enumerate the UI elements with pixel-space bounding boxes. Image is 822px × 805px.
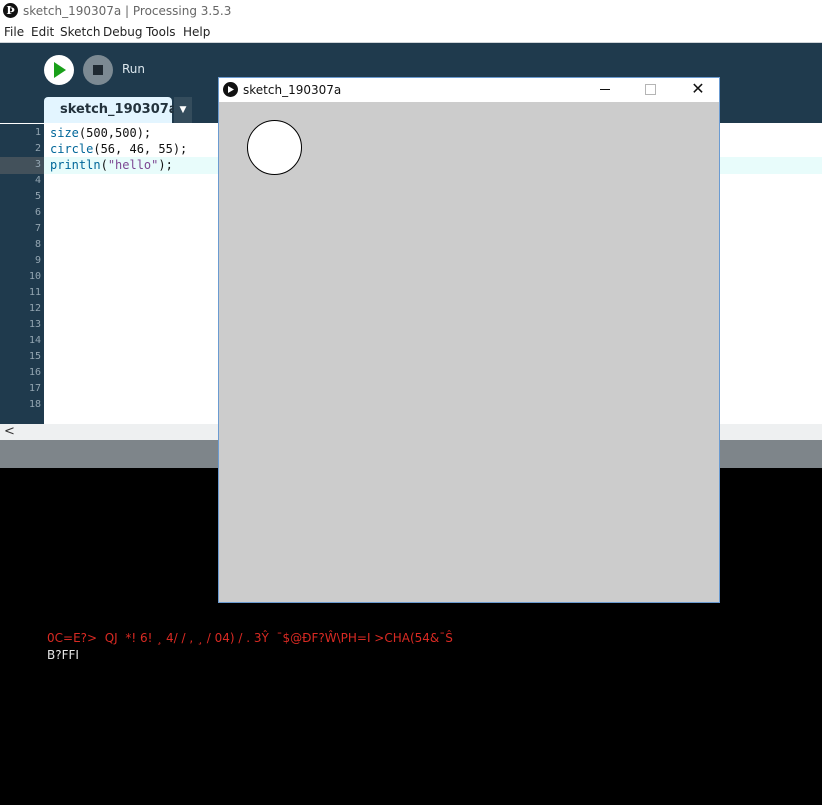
drawn-circle	[247, 120, 302, 175]
code-line-3[interactable]: println("hello");	[50, 158, 173, 172]
maximize-icon[interactable]	[645, 84, 656, 95]
code-function: println	[50, 158, 101, 172]
sketch-window[interactable]: sketch_190307a ✕	[218, 77, 720, 603]
line-number: 4	[34, 175, 41, 186]
tab-sketch[interactable]: sketch_190307a	[44, 97, 178, 123]
play-icon	[54, 62, 66, 78]
console-output-text: B?FFI	[47, 648, 79, 662]
line-number: 10	[28, 271, 41, 282]
line-number: 15	[28, 351, 41, 362]
line-number: 11	[28, 287, 41, 298]
menu-debug[interactable]: Debug	[103, 25, 142, 39]
sketch-canvas[interactable]	[219, 102, 719, 602]
line-number: 7	[34, 223, 41, 234]
menu-help[interactable]: Help	[183, 25, 210, 39]
sketch-titlebar[interactable]: sketch_190307a ✕	[219, 78, 719, 102]
menu-edit[interactable]: Edit	[31, 25, 54, 39]
stop-icon	[93, 65, 103, 75]
line-number: 6	[34, 207, 41, 218]
code-paren: );	[158, 158, 173, 172]
code-line-1[interactable]: size(500,500);	[50, 126, 151, 140]
line-number: 14	[28, 335, 41, 346]
line-number: 5	[34, 191, 41, 202]
app-titlebar: Þ sketch_190307a | Processing 3.5.3	[0, 0, 822, 24]
scroll-left-icon[interactable]: <	[4, 424, 15, 439]
code-line-2[interactable]: circle(56, 46, 55);	[50, 142, 187, 156]
menu-sketch[interactable]: Sketch	[60, 25, 100, 39]
line-number: 9	[34, 255, 41, 266]
play-icon	[228, 86, 234, 93]
run-label: Run	[122, 62, 146, 76]
line-number: 1	[34, 127, 41, 138]
line-number: 17	[28, 383, 41, 394]
line-number: 2	[34, 143, 41, 154]
window-title: sketch_190307a | Processing 3.5.3	[23, 4, 232, 18]
tab-menu-chevron-down-icon[interactable]: ▼	[174, 97, 192, 123]
minimize-icon[interactable]	[600, 89, 610, 90]
menu-file[interactable]: File	[4, 25, 24, 39]
processing-logo-icon: Þ	[3, 3, 18, 18]
sketch-play-icon	[223, 82, 238, 97]
code-args: (56, 46, 55);	[93, 142, 188, 156]
run-button[interactable]	[44, 55, 74, 85]
line-number: 16	[28, 367, 41, 378]
tab-label: sketch_190307a	[60, 102, 178, 117]
line-number-gutter: 1 2 3 4 5 6 7 8 9 10 11 12 13 14 15 16 1…	[0, 124, 44, 424]
line-number: 18	[28, 399, 41, 410]
close-icon[interactable]: ✕	[689, 80, 707, 98]
console-error-text: 0C=E?> QJ *! 6! ¸ 4/ / , ¸ / 04) / . 3Ŷ …	[47, 631, 453, 645]
line-number: 8	[34, 239, 41, 250]
code-args: (500,500);	[78, 126, 152, 140]
code-function: circle	[50, 142, 94, 156]
sketch-window-title: sketch_190307a	[243, 83, 342, 97]
code-paren: (	[100, 158, 108, 172]
line-number: 3	[34, 159, 41, 170]
code-string: "hello"	[107, 158, 159, 172]
line-number: 13	[28, 319, 41, 330]
code-function: size	[50, 126, 79, 140]
line-number: 12	[28, 303, 41, 314]
menu-tools[interactable]: Tools	[146, 25, 176, 39]
stop-button[interactable]	[83, 55, 113, 85]
menu-bar: File Edit Sketch Debug Tools Help	[0, 24, 822, 43]
